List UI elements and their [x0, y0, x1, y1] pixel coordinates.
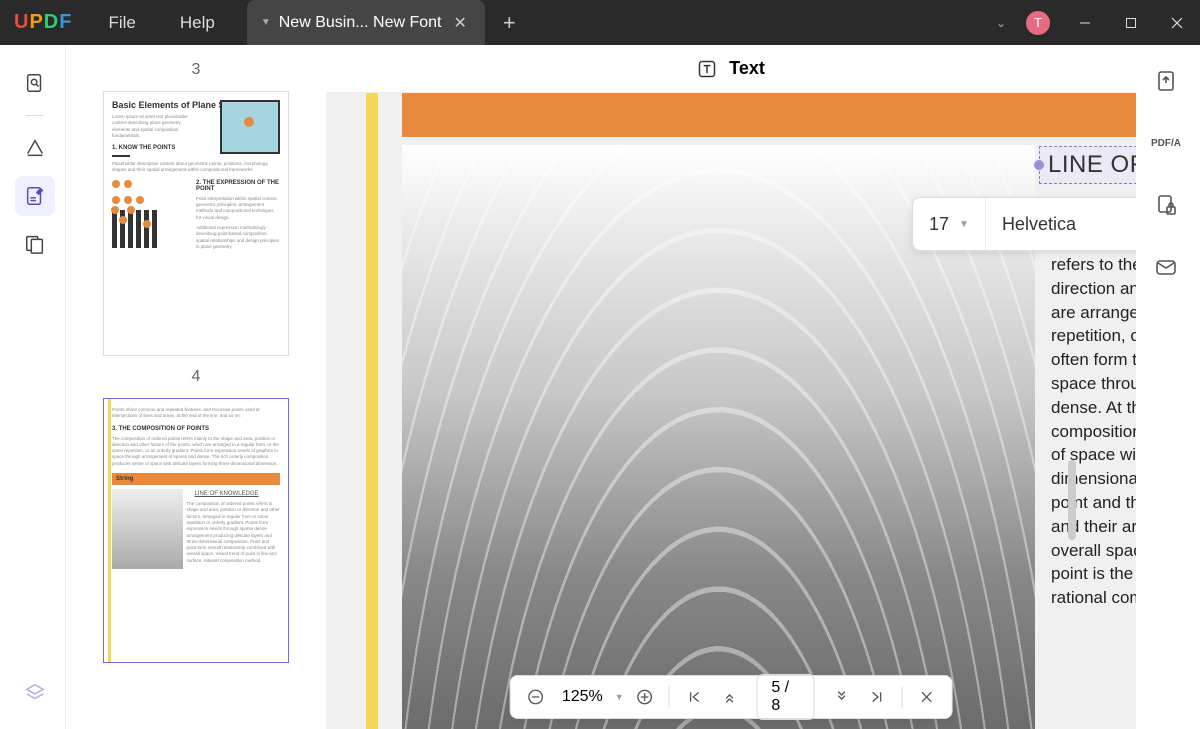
- format-toolbar: 17 ▼ Helvetica ▼ B I ⌄: [912, 197, 1136, 251]
- page-indicator[interactable]: 5 / 8: [756, 674, 814, 720]
- thumb-string-label: String: [112, 473, 280, 485]
- body-paragraph[interactable]: refers to the shape and area, position o…: [1051, 253, 1136, 610]
- layers-icon[interactable]: [15, 673, 55, 713]
- close-window-button[interactable]: [1154, 0, 1200, 45]
- document-canvas[interactable]: LINE OF KNOWLEDGE 17 ▼ Helvetica ▼: [326, 93, 1136, 729]
- tab-dropdown-icon[interactable]: ▼: [261, 17, 271, 28]
- text-selection-box[interactable]: LINE OF KNOWLEDGE: [1039, 146, 1136, 184]
- font-size-value: 17: [929, 214, 949, 235]
- right-toolbar: PDF/A: [1136, 45, 1196, 729]
- scrollbar-thumb[interactable]: [1068, 460, 1076, 540]
- highlight-tool-icon[interactable]: [15, 128, 55, 168]
- tab-label: New Busin... New Font: [279, 14, 442, 32]
- title-bar: UPDF File Help ▼ New Busin... New Font ✕…: [0, 0, 1200, 45]
- bottom-navigation: 125% ▼ 5 / 8: [510, 675, 953, 719]
- document-tab[interactable]: ▼ New Busin... New Font ✕: [247, 0, 485, 45]
- mail-icon[interactable]: [1148, 249, 1184, 285]
- thumb-text: Lorem ipsum sit amet text placeholder co…: [104, 112, 205, 141]
- font-family-value: Helvetica: [1002, 214, 1076, 235]
- selected-text[interactable]: LINE OF KNOWLEDGE: [1048, 151, 1136, 178]
- zoom-dropdown-icon[interactable]: ▼: [615, 692, 624, 702]
- thumb-text: Points share common and repeated feature…: [104, 399, 288, 422]
- new-tab-button[interactable]: +: [485, 10, 534, 36]
- pdfa-icon[interactable]: PDF/A: [1148, 125, 1184, 161]
- prev-page-button[interactable]: [715, 681, 744, 713]
- close-nav-button[interactable]: [912, 681, 941, 713]
- thumb-text: Additional expression methodology descri…: [196, 223, 288, 252]
- main-area: 3 Basic Elements of Plane Space Lorem ip…: [4, 45, 1196, 729]
- thumb-text: The composition of ordered points refers…: [187, 499, 280, 566]
- thumbnail-page-4[interactable]: Points share common and repeated feature…: [103, 398, 289, 663]
- tab-close-icon[interactable]: ✕: [449, 13, 470, 33]
- edit-tool-icon[interactable]: [15, 176, 55, 216]
- thumb-text: Point interpretation within spatial cont…: [196, 194, 288, 223]
- zoom-out-button[interactable]: [521, 681, 550, 713]
- text-mode-icon: [697, 59, 717, 79]
- thumb-number-4: 4: [66, 362, 326, 392]
- app-logo: UPDF: [0, 11, 86, 34]
- thumb-heading: 3. THE COMPOSITION OF POINTS: [104, 422, 288, 434]
- menu-file[interactable]: File: [86, 13, 157, 33]
- page-banner: [402, 93, 1136, 137]
- window-controls: [1062, 0, 1200, 45]
- search-tool-icon[interactable]: [15, 63, 55, 103]
- export-icon[interactable]: [1148, 63, 1184, 99]
- minimize-button[interactable]: [1062, 0, 1108, 45]
- left-toolbar: [4, 45, 66, 729]
- mode-label: Text: [729, 58, 765, 79]
- document-view: Text LINE OF KNOWLEDGE 17 ▼: [326, 45, 1136, 729]
- thumb-text: The composition of ordered points refers…: [104, 434, 288, 469]
- first-page-button[interactable]: [680, 681, 709, 713]
- selection-handle-left[interactable]: [1034, 160, 1044, 170]
- font-size-select[interactable]: 17 ▼: [913, 198, 986, 250]
- menu-help[interactable]: Help: [158, 13, 237, 33]
- lock-document-icon[interactable]: [1148, 187, 1184, 223]
- font-family-select[interactable]: Helvetica ▼: [986, 198, 1136, 250]
- thumb-text: Placeholder descriptive content about ge…: [104, 159, 288, 176]
- dropdown-icon: ▼: [959, 219, 969, 230]
- page-accent-band: [366, 93, 378, 729]
- next-page-button[interactable]: [827, 681, 856, 713]
- thumb-subheading: LINE OF KNOWLEDGE: [187, 489, 280, 499]
- window-menu-chevron-icon[interactable]: ⌄: [988, 16, 1014, 30]
- thumb-heading: 2. THE EXPRESSION OF THE POINT: [196, 176, 288, 194]
- zoom-level[interactable]: 125%: [556, 688, 609, 706]
- thumbnail-panel: 3 Basic Elements of Plane Space Lorem ip…: [66, 45, 326, 729]
- zoom-in-button[interactable]: [630, 681, 659, 713]
- last-page-button[interactable]: [862, 681, 891, 713]
- thumbnail-page-3[interactable]: Basic Elements of Plane Space Lorem ipsu…: [103, 91, 289, 356]
- mode-header: Text: [326, 45, 1136, 93]
- user-avatar[interactable]: T: [1026, 11, 1050, 35]
- organize-tool-icon[interactable]: [15, 224, 55, 264]
- thumb-number-3: 3: [66, 55, 326, 85]
- maximize-button[interactable]: [1108, 0, 1154, 45]
